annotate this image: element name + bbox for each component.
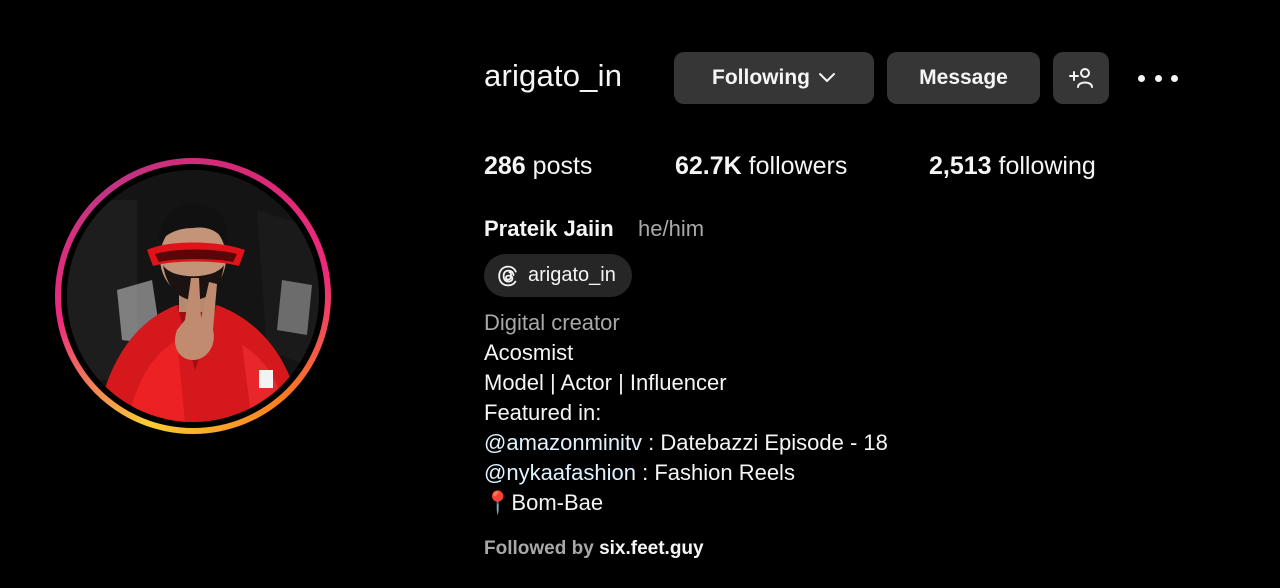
avatar[interactable] (67, 170, 319, 422)
bio-category: Digital creator (484, 310, 620, 335)
dot-icon (1171, 74, 1178, 82)
profile-username: arigato_in (484, 58, 623, 93)
more-options-icon[interactable] (1138, 66, 1178, 90)
followed-by-prefix: Followed by (484, 538, 600, 559)
add-user-icon (1069, 68, 1093, 88)
mention-link[interactable]: @amazonminitv (484, 430, 642, 455)
mention-text: : Datebazzi Episode - 18 (642, 430, 888, 455)
followers-label: followers (748, 152, 848, 180)
threads-handle: arigato_in (528, 264, 616, 286)
bio-location: 📍Bom-Bae (484, 488, 888, 518)
profile-pronouns: he/him (638, 216, 705, 241)
followers-count: 62.7K (675, 152, 742, 180)
followed-by[interactable]: Followed by six.feet.guy (484, 538, 704, 560)
mention-text: : Fashion Reels (635, 460, 795, 485)
threads-profile-link[interactable]: arigato_in (484, 254, 632, 297)
avatar-image (67, 170, 319, 422)
location-pin-icon: 📍 (484, 490, 512, 515)
following-stat[interactable]: 2,513 following (929, 152, 1096, 181)
posts-stat: 286 posts (484, 152, 592, 181)
followed-by-user[interactable]: six.feet.guy (599, 538, 704, 559)
avatar-gap (61, 164, 325, 428)
following-button[interactable]: Following (674, 52, 874, 104)
dot-icon (1154, 74, 1162, 82)
followers-stat[interactable]: 62.7K followers (675, 152, 847, 181)
story-ring[interactable] (55, 158, 331, 434)
bio-mention-line: @nykaafashion : Fashion Reels (484, 458, 888, 488)
dot-icon (1138, 74, 1145, 82)
location-text: Bom-Bae (511, 490, 604, 515)
following-label: following (998, 152, 1096, 180)
message-button[interactable]: Message (887, 52, 1040, 104)
profile-full-name: Prateik Jaiin (484, 216, 614, 241)
threads-icon (498, 265, 517, 286)
suggested-users-button[interactable] (1053, 52, 1109, 104)
profile-bio: Digital creator Acosmist Model | Actor |… (484, 308, 888, 518)
posts-label: posts (532, 152, 593, 180)
bio-line: Model | Actor | Influencer (484, 370, 727, 395)
following-button-label: Following (712, 66, 810, 89)
chevron-down-icon (818, 73, 835, 82)
bio-line: Featured in: (484, 400, 602, 425)
posts-count: 286 (484, 152, 526, 180)
bio-mention-line: @amazonminitv : Datebazzi Episode - 18 (484, 428, 888, 458)
following-count: 2,513 (929, 152, 992, 180)
mention-link[interactable]: @nykaafashion (484, 460, 636, 485)
bio-line: Acosmist (484, 340, 574, 365)
message-button-label: Message (919, 66, 1008, 89)
